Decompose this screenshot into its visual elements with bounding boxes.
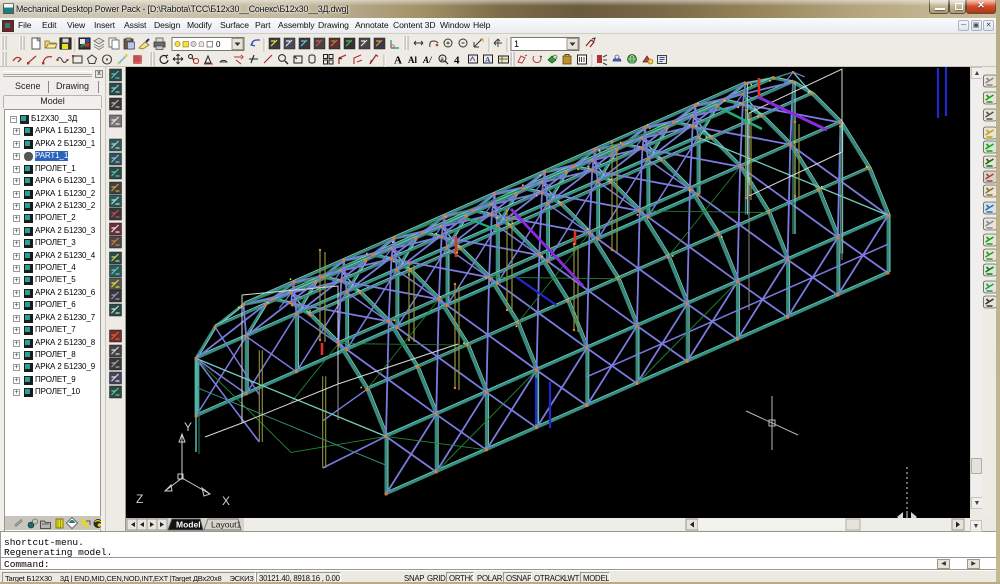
svg-text:4: 4: [454, 55, 460, 67]
svg-text:Z: Z: [136, 492, 143, 506]
svg-text:0: 0: [216, 40, 221, 49]
svg-text:Al: Al: [408, 55, 417, 65]
svg-text:X: X: [222, 494, 230, 508]
svg-text:A/: A/: [422, 55, 433, 65]
svg-text:A: A: [394, 55, 402, 67]
svg-text:Y: Y: [184, 420, 192, 434]
svg-text:Model: Model: [176, 520, 201, 530]
svg-text:1: 1: [514, 39, 519, 49]
svg-text:A: A: [485, 55, 491, 64]
svg-text:Layout1: Layout1: [211, 520, 242, 530]
